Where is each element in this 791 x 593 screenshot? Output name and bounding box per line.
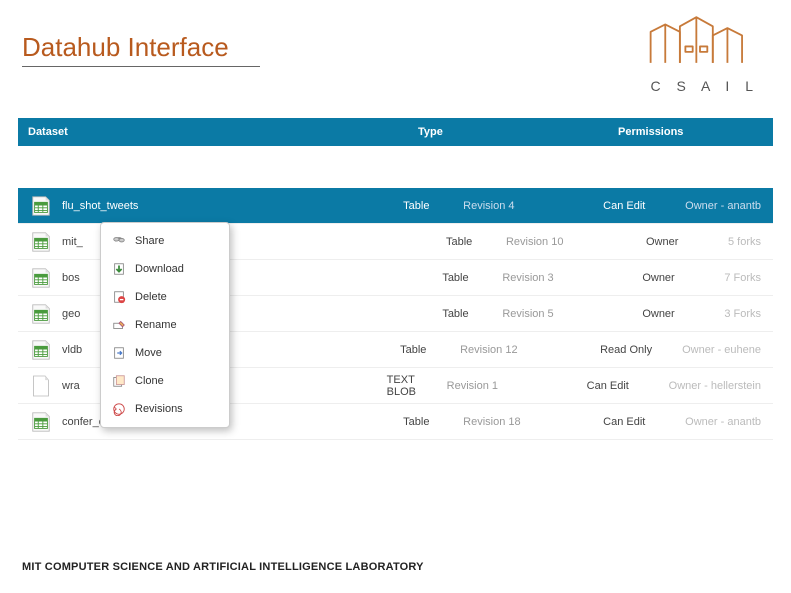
dataset-owner: Owner - anantb: [685, 416, 773, 428]
menu-item-label: Revisions: [135, 403, 183, 415]
header-dataset: Dataset: [18, 126, 418, 138]
dataset-type: TEXT BLOB: [387, 374, 447, 398]
dataset-type: Table: [442, 308, 502, 320]
dataset-permission: Owner: [642, 308, 724, 320]
dataset-owner: 5 forks: [728, 236, 773, 248]
dataset-revision: Revision 1: [447, 380, 587, 392]
move-icon: [111, 345, 127, 361]
menu-item-label: Download: [135, 263, 184, 275]
dataset-type: Table: [403, 416, 463, 428]
file-table-icon: [28, 267, 54, 289]
title-underline: [22, 66, 260, 67]
dataset-permission: Owner: [646, 236, 728, 248]
dataset-permission: Read Only: [600, 344, 682, 356]
table-header: Dataset Type Permissions: [18, 118, 773, 146]
menu-item-move[interactable]: Move: [101, 339, 229, 367]
menu-item-revisions[interactable]: Revisions: [101, 395, 229, 423]
header-permissions: Permissions: [618, 126, 773, 138]
menu-item-clone[interactable]: Clone: [101, 367, 229, 395]
dataset-revision: Revision 10: [506, 236, 646, 248]
menu-item-label: Clone: [135, 375, 164, 387]
context-menu: Share Download Delete Rename Move Clone Revisi…: [100, 222, 230, 428]
dataset-permission: Can Edit: [603, 416, 685, 428]
file-table-icon: [28, 411, 54, 433]
menu-item-label: Move: [135, 347, 162, 359]
dataset-revision: Revision 18: [463, 416, 603, 428]
menu-item-label: Delete: [135, 291, 167, 303]
menu-item-delete[interactable]: Delete: [101, 283, 229, 311]
file-table-icon: [28, 339, 54, 361]
dataset-permission: Can Edit: [587, 380, 669, 392]
file-table-icon: [28, 303, 54, 325]
menu-item-label: Share: [135, 235, 164, 247]
dataset-revision: Revision 5: [502, 308, 642, 320]
dataset-permission: Owner: [642, 272, 724, 284]
download-icon: [111, 261, 127, 277]
dataset-type: Table: [442, 272, 502, 284]
page-title: Datahub Interface: [22, 32, 229, 63]
dataset-type: Table: [446, 236, 506, 248]
dataset-type: Table: [400, 344, 460, 356]
footer-text: MIT COMPUTER SCIENCE AND ARTIFICIAL INTE…: [22, 561, 424, 573]
file-text-icon: [28, 375, 54, 397]
table-row[interactable]: flu_shot_tweetsTableRevision 4Can EditOw…: [18, 188, 773, 224]
delete-icon: [111, 289, 127, 305]
dataset-permission: Can Edit: [603, 200, 685, 212]
csail-logo-text: C S A I L: [651, 78, 759, 94]
dataset-owner: 7 Forks: [724, 272, 773, 284]
file-table-icon: [28, 195, 54, 217]
share-icon: [111, 233, 127, 249]
header-type: Type: [418, 126, 618, 138]
menu-item-share[interactable]: Share: [101, 227, 229, 255]
dataset-owner: 3 Forks: [724, 308, 773, 320]
dataset-owner: Owner - anantb: [685, 200, 773, 212]
dataset-name: flu_shot_tweets: [60, 200, 403, 212]
rename-icon: [111, 317, 127, 333]
file-table-icon: [28, 231, 54, 253]
dataset-revision: Revision 12: [460, 344, 600, 356]
dataset-revision: Revision 3: [502, 272, 642, 284]
menu-item-label: Rename: [135, 319, 177, 331]
clone-icon: [111, 373, 127, 389]
menu-item-rename[interactable]: Rename: [101, 311, 229, 339]
revisions-icon: [111, 401, 127, 417]
dataset-type: Table: [403, 200, 463, 212]
dataset-owner: Owner - hellerstein: [669, 380, 773, 392]
menu-item-download[interactable]: Download: [101, 255, 229, 283]
dataset-owner: Owner - euhene: [682, 344, 773, 356]
dataset-revision: Revision 4: [463, 200, 603, 212]
